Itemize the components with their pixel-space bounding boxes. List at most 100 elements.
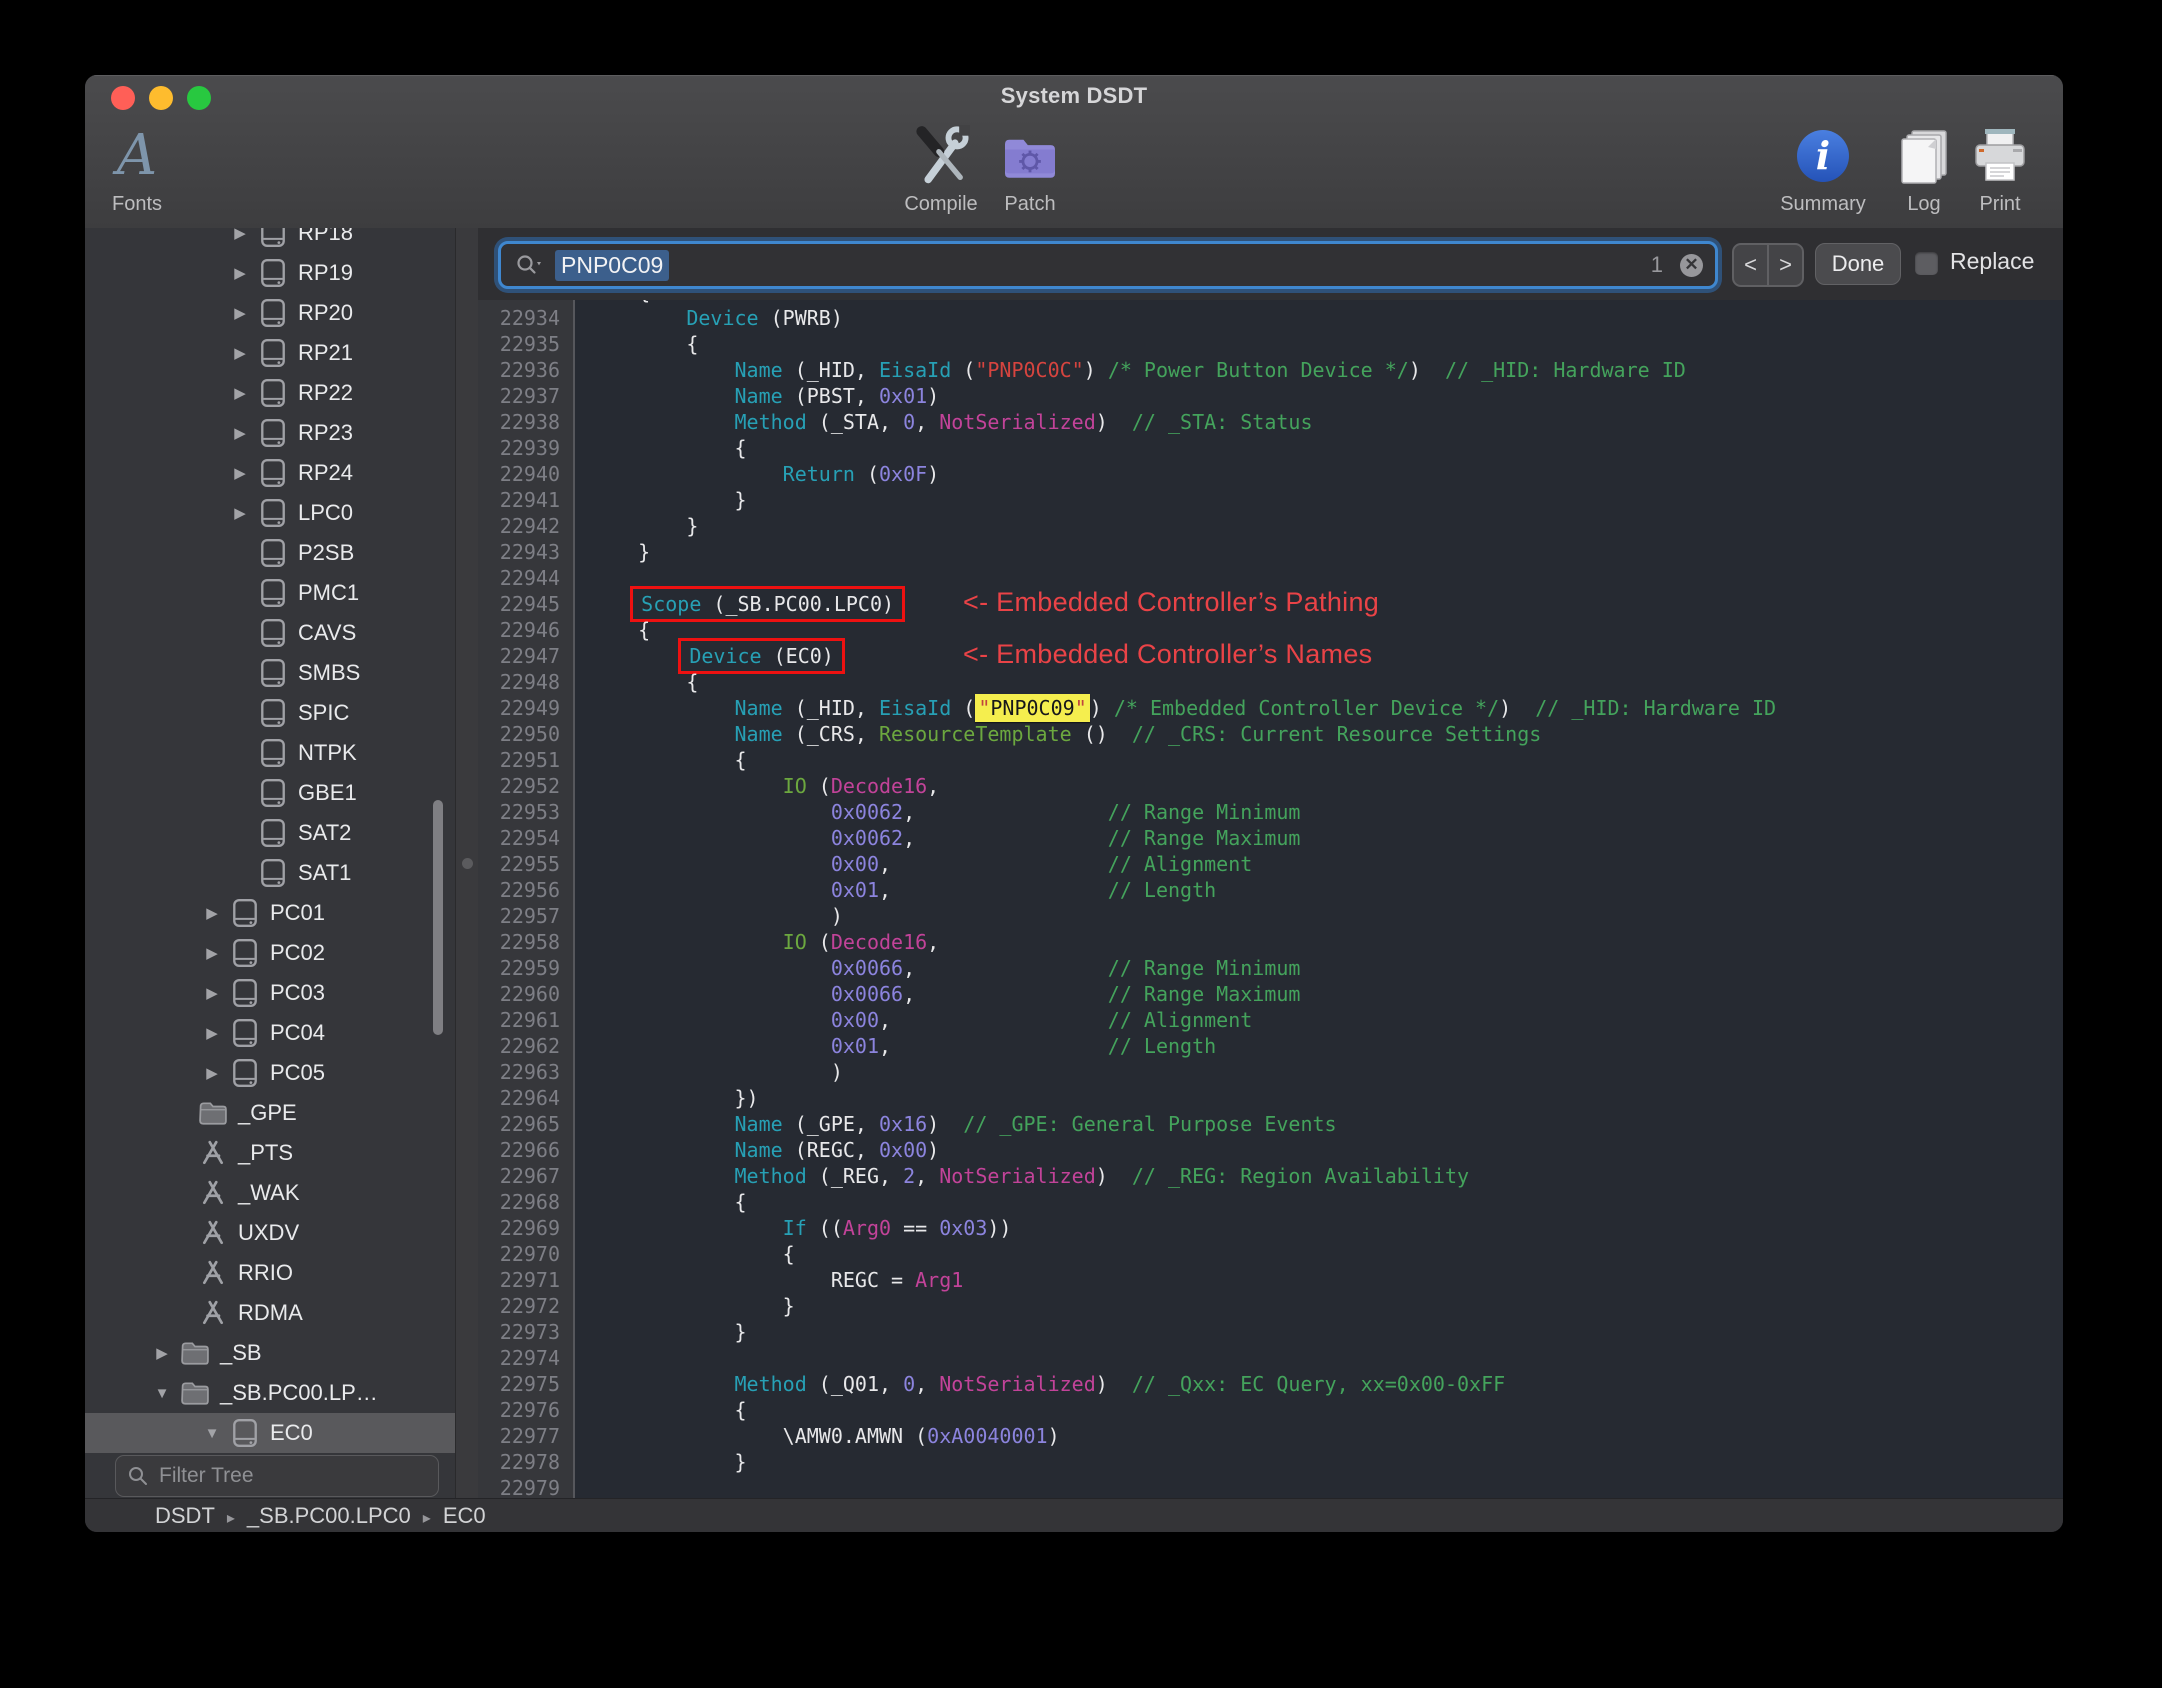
code-line: Name (PBST, 0x01) [734,384,940,408]
red-annotation-box: Scope (_SB.PC00.LPC0) [630,586,906,622]
sidebar-item-label: SAT1 [298,860,352,885]
window-title: System DSDT [1000,83,1148,108]
split-divider[interactable] [455,228,480,1498]
sidebar-item-PC03[interactable]: ▶ PC03 [85,973,455,1013]
chevron-down-icon[interactable]: ▼ [147,1385,177,1402]
line-number-gutter: 2293322934229352293622937229382293922940… [478,300,575,1498]
chevron-right-icon[interactable]: ▶ [197,984,227,1002]
code-line: Name (_HID, EisaId ("PNP0C0C") /* Power … [734,358,1686,382]
line-number: 22935 [499,332,560,356]
device-icon [261,698,285,728]
line-number: 22943 [499,540,560,564]
chevron-right-icon[interactable]: ▶ [197,904,227,922]
line-number: 22938 [499,410,560,434]
line-number: 22934 [499,306,560,330]
chevron-right-icon[interactable]: ▶ [225,384,255,402]
chevron-right-icon[interactable]: ▶ [225,344,255,362]
filter-tree-input[interactable] [157,1463,411,1489]
folder-icon [181,1382,209,1405]
sidebar-item-RP24[interactable]: ▶ RP24 [85,453,455,493]
sidebar-scrollbar[interactable] [433,800,443,1035]
sidebar-item-SAT2[interactable]: SAT2 [85,813,455,853]
sidebar-item-label: PC03 [270,980,326,1005]
chevron-right-icon[interactable]: ▶ [197,1064,227,1082]
chevron-right-icon[interactable]: ▶ [225,264,255,282]
sidebar-item-RP22[interactable]: ▶ RP22 [85,373,455,413]
print-button[interactable]: Print [1925,123,2063,216]
chevron-right-icon[interactable]: ▶ [225,424,255,442]
line-number: 22968 [499,1190,560,1214]
sidebar-item-EC0[interactable]: ▼ EC0 [85,1413,455,1453]
split-handle-dot [462,858,473,869]
sidebar-item-PC05[interactable]: ▶ PC05 [85,1053,455,1093]
find-prev-next: < > [1732,243,1804,287]
done-button[interactable]: Done [1815,243,1901,285]
code-line: Return (0x0F) [782,462,940,486]
search-input[interactable]: PNP0C09 [555,249,670,281]
chevron-right-icon[interactable]: ▶ [225,504,255,522]
sidebar-item-_SBPC00LP[interactable]: ▼ _SB.PC00.LP… [85,1373,455,1413]
replace-checkbox[interactable] [1915,252,1938,275]
line-number: 22961 [499,1008,560,1032]
sidebar-item-_PTS[interactable]: _PTS [85,1133,455,1173]
find-previous-button[interactable]: < [1734,245,1769,285]
sidebar-item-label: GBE1 [298,780,357,805]
sidebar-item-RP23[interactable]: ▶ RP23 [85,413,455,453]
line-number: 22949 [499,696,560,720]
code-line: } [782,1294,795,1318]
sidebar-item-SPIC[interactable]: SPIC [85,693,455,733]
line-number: 22942 [499,514,560,538]
chevron-right-icon[interactable]: ▶ [147,1344,177,1362]
search-menu-icon[interactable] [515,253,545,277]
sidebar-item-LPC0[interactable]: ▶ LPC0 [85,493,455,533]
sidebar-item-P2SB[interactable]: P2SB [85,533,455,573]
sidebar-item-label: RP20 [298,300,354,325]
search-field[interactable]: PNP0C09 1 ✕ [498,241,1718,289]
chevron-right-icon[interactable]: ▶ [197,944,227,962]
breadcrumb-segment[interactable]: DSDT [155,1503,215,1528]
sidebar-item-NTPK[interactable]: NTPK [85,733,455,773]
sidebar-item-label: PMC1 [298,580,360,605]
code-line: Name (_GPE, 0x16) // _GPE: General Purpo… [734,1112,1337,1136]
find-next-button[interactable]: > [1769,245,1802,285]
fonts-button[interactable]: A Fonts [85,123,212,216]
chevron-right-icon[interactable]: ▶ [225,304,255,322]
line-number: 22979 [499,1476,560,1498]
sidebar-item-RDMA[interactable]: RDMA [85,1293,455,1333]
sidebar-item-RRIO[interactable]: RRIO [85,1253,455,1293]
search-hit-highlight: "PNP0C09" [975,694,1090,722]
sidebar-item-RP21[interactable]: ▶ RP21 [85,333,455,373]
sidebar-item-_WAK[interactable]: _WAK [85,1173,455,1213]
breadcrumb-segment[interactable]: EC0 [443,1503,486,1528]
device-icon [261,818,285,848]
chevron-right-icon[interactable]: ▶ [197,1024,227,1042]
sidebar-item-PMC1[interactable]: PMC1 [85,573,455,613]
breadcrumb-segment[interactable]: _SB.PC00.LPC0 [247,1503,411,1528]
chevron-down-icon[interactable]: ▼ [197,1425,227,1442]
sidebar-item-RP18[interactable]: ▶ RP18 [85,228,455,253]
line-number: 22962 [499,1034,560,1058]
sidebar-item-PC04[interactable]: ▶ PC04 [85,1013,455,1053]
sidebar-item-RP20[interactable]: ▶ RP20 [85,293,455,333]
code-line: } [734,488,747,512]
patch-button[interactable]: Patch [955,123,1105,216]
sidebar-item-SAT1[interactable]: SAT1 [85,853,455,893]
sidebar-item-GBE1[interactable]: GBE1 [85,773,455,813]
sidebar-item-label: RP22 [298,380,354,405]
device-icon [233,938,257,968]
sidebar-item-PC02[interactable]: ▶ PC02 [85,933,455,973]
sidebar-item-SMBS[interactable]: SMBS [85,653,455,693]
code-text-area[interactable]: { Device (PWRB) { Name (_HID, EisaId ("P… [575,300,2063,1498]
sidebar-item-UXDV[interactable]: UXDV [85,1213,455,1253]
sidebar-item-PC01[interactable]: ▶ PC01 [85,893,455,933]
sidebar-item-_SB[interactable]: ▶ _SB [85,1333,455,1373]
chevron-right-icon[interactable]: ▶ [225,464,255,482]
sidebar-item-CAVS[interactable]: CAVS [85,613,455,653]
clear-search-icon[interactable]: ✕ [1680,253,1703,277]
code-line: 0x0066, // Range Minimum [830,956,1301,980]
chevron-right-icon[interactable]: ▶ [225,228,255,242]
code-editor[interactable]: 2293322934229352293622937229382293922940… [478,300,2063,1498]
line-number: 22971 [499,1268,560,1292]
sidebar-item-_GPE[interactable]: _GPE [85,1093,455,1133]
sidebar-item-RP19[interactable]: ▶ RP19 [85,253,455,293]
